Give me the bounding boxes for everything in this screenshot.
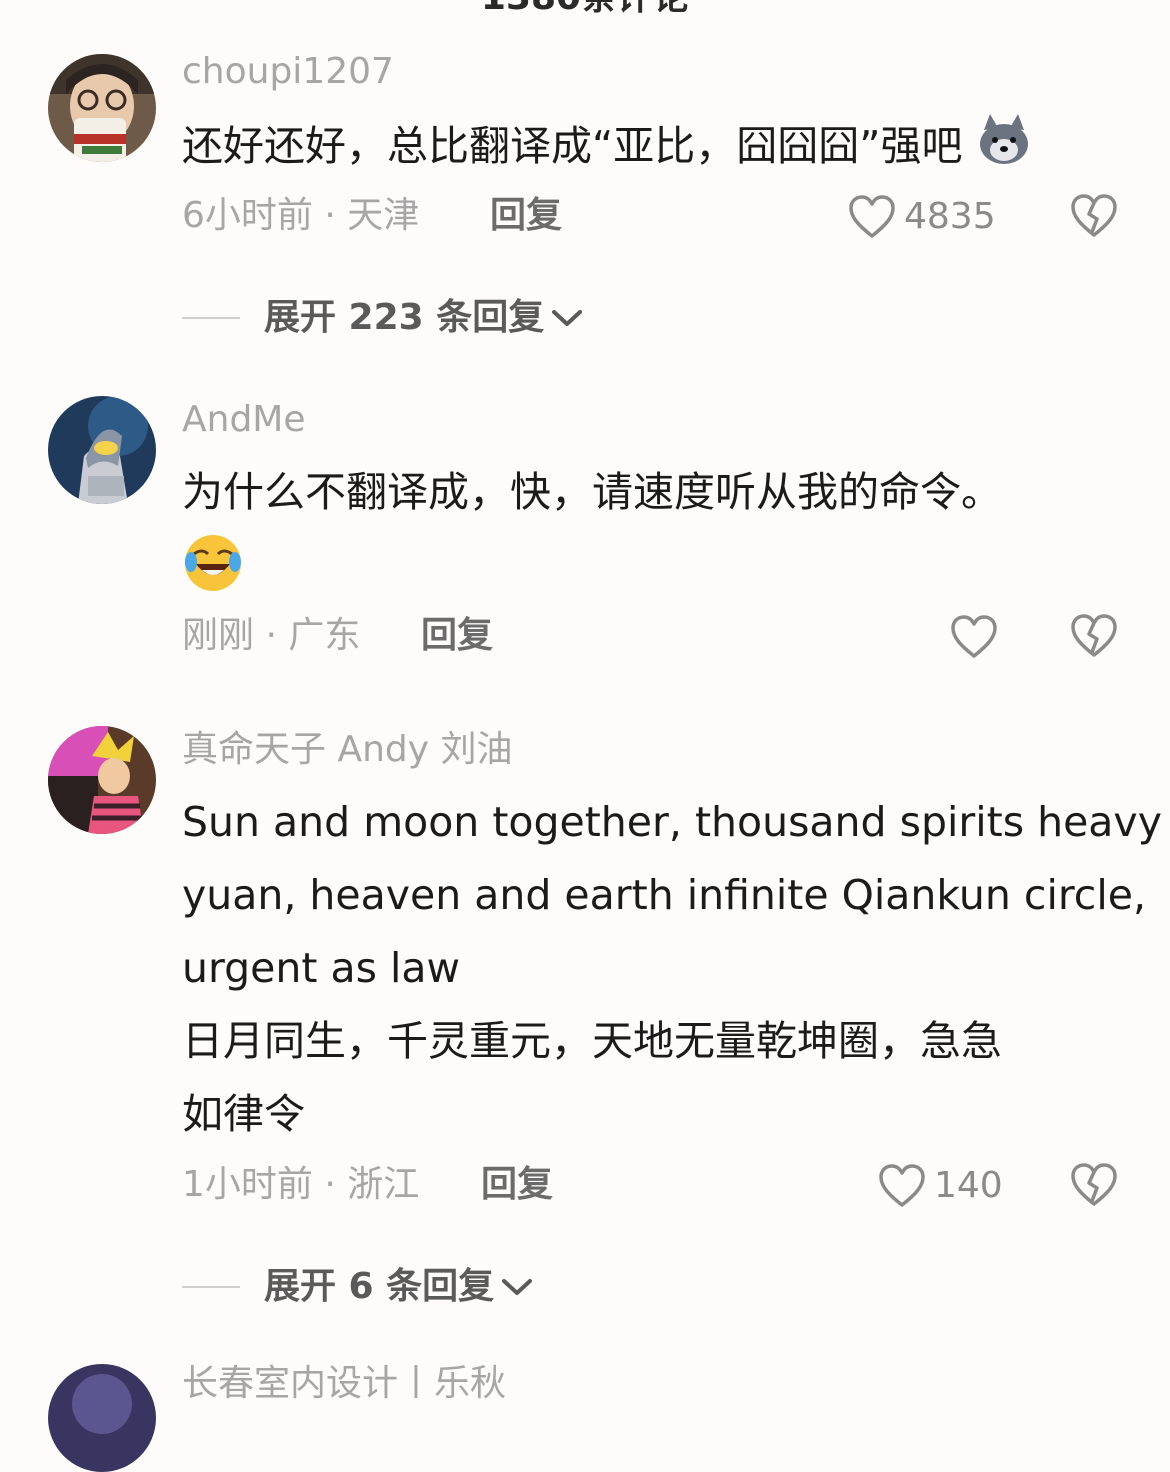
heart-outline-icon — [849, 195, 895, 238]
dislike-button[interactable] — [1070, 1163, 1118, 1211]
comment-text-line: urgent as law — [182, 944, 461, 992]
laughing-crying-emoji-icon — [182, 524, 1132, 606]
like-button[interactable]: 4835 — [848, 192, 996, 242]
divider — [182, 1286, 240, 1288]
expand-replies-label: 展开 223 条回复 — [264, 297, 545, 338]
avatar[interactable] — [48, 396, 156, 504]
divider — [182, 317, 240, 319]
comment-time-location: 6小时前 · 天津 — [182, 195, 420, 236]
comment-username[interactable]: choupi1207 — [182, 50, 394, 94]
wolf-emoji-icon — [976, 112, 1032, 186]
comment-username[interactable]: 真命天子 Andy 刘油 — [182, 728, 513, 772]
chevron-down-icon — [552, 310, 583, 326]
comment-text-line: Sun and moon together, thousand spirits … — [182, 798, 1162, 846]
comment-text-line: 如律令 — [182, 1090, 305, 1138]
heart-outline-icon — [951, 615, 997, 658]
like-button[interactable]: 140 — [878, 1161, 1003, 1211]
like-count: 140 — [934, 1165, 1003, 1206]
broken-heart-icon — [1071, 1163, 1117, 1206]
comment-text: 为什么不翻译成，快，请速度听从我的命令。 — [182, 460, 1132, 606]
comment-time-location: 1小时前 · 浙江 — [182, 1164, 420, 1205]
avatar[interactable] — [48, 54, 156, 162]
comments-count-title: 1380条评论 — [0, 0, 1170, 18]
comment-username[interactable]: AndMe — [182, 398, 306, 442]
reply-button[interactable]: 回复 — [481, 1163, 553, 1207]
comment-username[interactable]: 长春室内设计丨乐秋 — [182, 1362, 506, 1406]
dislike-button[interactable] — [1070, 194, 1118, 242]
avatar[interactable] — [48, 1364, 156, 1472]
comment-text-line: 还好还好，总比翻译成“亚比，囧囧囧”强吧 — [182, 122, 963, 170]
reply-button[interactable]: 回复 — [421, 614, 493, 658]
comment-text-line: 日月同生，千灵重元，天地无量乾坤圈，急急 — [182, 1017, 1002, 1065]
heart-outline-icon — [879, 1164, 925, 1207]
reply-button[interactable]: 回复 — [490, 194, 562, 238]
comment-text: Sun and moon together, thousand spirits … — [182, 786, 1162, 1151]
comment-text: 还好还好，总比翻译成“亚比，囧囧囧”强吧 — [182, 112, 1132, 186]
expand-replies-button[interactable]: 展开 223 条回复 — [182, 296, 584, 340]
expand-replies-button[interactable]: 展开 6 条回复 — [182, 1265, 534, 1309]
expand-replies-label: 展开 6 条回复 — [264, 1266, 495, 1307]
dislike-button[interactable] — [1070, 614, 1118, 662]
broken-heart-icon — [1071, 614, 1117, 657]
comment-text-line: 为什么不翻译成，快，请速度听从我的命令。 — [182, 468, 1002, 516]
comment-text-line: yuan, heaven and earth infinite Qiankun … — [182, 871, 1146, 919]
like-count: 4835 — [904, 196, 996, 237]
comment-time-location: 刚刚 · 广东 — [182, 615, 361, 656]
chevron-down-icon — [502, 1279, 533, 1295]
broken-heart-icon — [1071, 194, 1117, 237]
avatar[interactable] — [48, 726, 156, 834]
like-button[interactable] — [950, 612, 1006, 662]
